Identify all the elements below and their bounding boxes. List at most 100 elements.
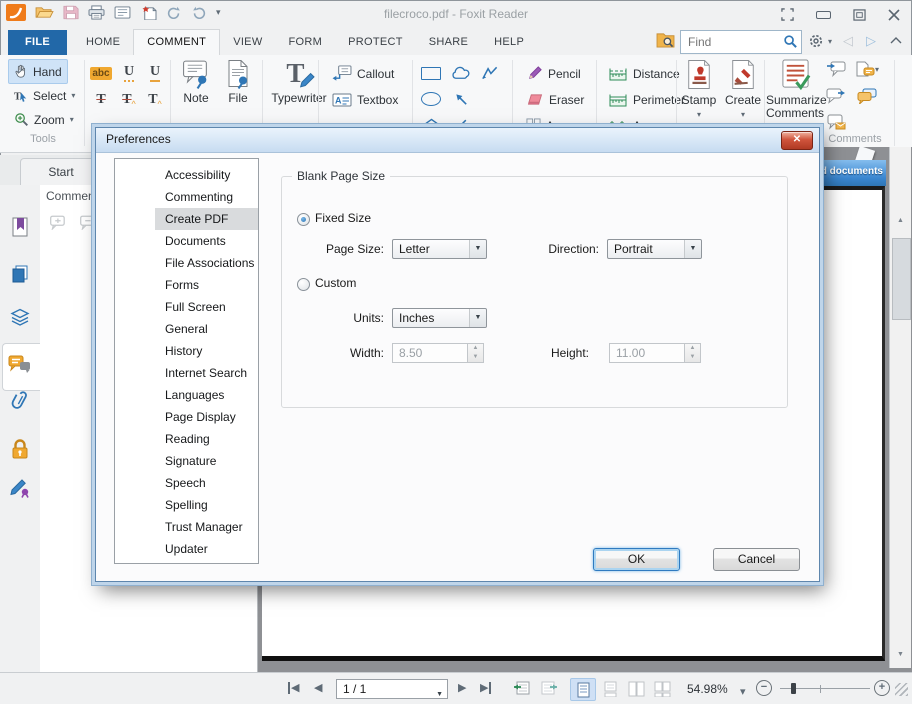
sidebar-tab-bookmarks[interactable] bbox=[8, 215, 32, 239]
minimize-button[interactable] bbox=[816, 11, 831, 19]
ok-button[interactable]: OK bbox=[593, 548, 680, 571]
highlight-text-button[interactable]: abc bbox=[88, 61, 114, 85]
pref-category-documents[interactable]: Documents bbox=[155, 230, 258, 252]
zoom-percent-value[interactable]: 54.98% bbox=[687, 682, 728, 696]
tab-help[interactable]: HELP bbox=[481, 30, 537, 55]
doc-tab-start[interactable]: Start bbox=[20, 158, 102, 186]
zoom-slider-handle[interactable] bbox=[791, 683, 796, 694]
collapse-all-comments-button[interactable] bbox=[78, 215, 96, 230]
cloud-shape-button[interactable] bbox=[448, 61, 474, 85]
strikeout-text-button[interactable]: T bbox=[88, 88, 114, 112]
previous-page-button[interactable]: ◀ bbox=[314, 681, 322, 694]
pref-category-accessibility[interactable]: Accessibility bbox=[155, 164, 258, 186]
squiggly-underline-button[interactable]: U bbox=[116, 61, 142, 85]
sidebar-tab-security[interactable] bbox=[8, 437, 32, 461]
create-stamp-button[interactable]: Create ▾ bbox=[722, 58, 764, 121]
tab-file[interactable]: FILE bbox=[8, 30, 67, 55]
width-field[interactable]: 8.50 bbox=[392, 343, 468, 363]
summarize-comments-button[interactable]: Summarize Comments bbox=[766, 58, 824, 120]
arrow-shape-button[interactable] bbox=[448, 87, 474, 111]
continuous-view-button[interactable] bbox=[598, 678, 622, 699]
sidebar-tab-layers[interactable] bbox=[8, 305, 32, 329]
sidebar-tab-attachments[interactable] bbox=[8, 389, 32, 413]
single-page-view-button[interactable] bbox=[570, 678, 596, 701]
tab-home[interactable]: HOME bbox=[73, 30, 133, 55]
eraser-button[interactable]: Eraser bbox=[520, 87, 590, 112]
pref-category-commenting[interactable]: Commenting bbox=[155, 186, 258, 208]
select-tool-button[interactable]: T Select ▾ bbox=[8, 83, 81, 108]
width-spinner[interactable]: ▲▼ bbox=[468, 343, 484, 363]
tab-view[interactable]: VIEW bbox=[220, 30, 275, 55]
last-page-button[interactable]: ▶ bbox=[480, 681, 491, 694]
direction-select[interactable]: Portrait ▼ bbox=[607, 239, 702, 259]
custom-radio[interactable] bbox=[297, 278, 310, 291]
find-search-icon[interactable] bbox=[783, 34, 798, 49]
pref-category-full-screen[interactable]: Full Screen bbox=[155, 296, 258, 318]
vertical-scrollbar[interactable]: ▲ ▼ bbox=[889, 147, 911, 668]
height-field[interactable]: 11.00 bbox=[609, 343, 685, 363]
pref-category-reading[interactable]: Reading bbox=[155, 428, 258, 450]
pref-category-general[interactable]: General bbox=[155, 318, 258, 340]
find-options-caret[interactable]: ▾ bbox=[828, 37, 832, 46]
sidebar-tab-pages[interactable] bbox=[8, 262, 32, 286]
close-button[interactable] bbox=[888, 9, 900, 21]
pref-category-history[interactable]: History bbox=[155, 340, 258, 362]
tab-comment[interactable]: COMMENT bbox=[133, 29, 220, 55]
zoom-out-button[interactable]: − bbox=[756, 680, 772, 696]
fixed-size-radio[interactable] bbox=[297, 213, 310, 226]
rectangle-shape-button[interactable] bbox=[418, 61, 444, 85]
next-view-button[interactable] bbox=[540, 680, 559, 696]
scroll-down-icon[interactable]: ▼ bbox=[890, 651, 911, 658]
send-comments-button[interactable] bbox=[824, 112, 848, 132]
dialog-title-bar[interactable]: Preferences ✕ bbox=[96, 128, 819, 153]
restore-button[interactable] bbox=[853, 9, 866, 21]
scroll-up-icon[interactable]: ▲ bbox=[890, 217, 911, 224]
pencil-button[interactable]: Pencil bbox=[520, 61, 587, 86]
dialog-close-button[interactable]: ✕ bbox=[781, 131, 813, 150]
collapse-ribbon-button[interactable] bbox=[890, 36, 902, 44]
insert-text-button[interactable]: T^ bbox=[142, 88, 168, 112]
find-options-gear-icon[interactable] bbox=[808, 33, 824, 49]
export-comments-button[interactable] bbox=[824, 86, 848, 106]
page-number-combo[interactable]: 1 / 1 ▼ bbox=[336, 679, 448, 699]
sidebar-tab-signatures[interactable] bbox=[8, 475, 32, 499]
pref-category-file-associations[interactable]: File Associations bbox=[155, 252, 258, 274]
tab-share[interactable]: SHARE bbox=[416, 30, 481, 55]
next-page-button[interactable]: ▶ bbox=[458, 681, 466, 694]
stamp-button[interactable]: Stamp ▾ bbox=[678, 58, 720, 121]
sidebar-tab-comments[interactable] bbox=[8, 352, 32, 376]
pref-category-updater[interactable]: Updater bbox=[155, 538, 258, 560]
zoom-tool-button[interactable]: Zoom ▾ bbox=[8, 107, 80, 132]
underline-text-button[interactable]: U bbox=[142, 61, 168, 85]
page-size-select[interactable]: Letter ▼ bbox=[392, 239, 487, 259]
replace-text-button[interactable]: T^ bbox=[116, 88, 142, 112]
import-comments-button[interactable] bbox=[824, 59, 848, 79]
pref-category-trust-manager[interactable]: Trust Manager bbox=[155, 516, 258, 538]
typewriter-button[interactable]: T Typewriter bbox=[268, 58, 330, 105]
search-folder-icon[interactable] bbox=[656, 32, 675, 48]
pref-category-create-pdf[interactable]: Create PDF bbox=[155, 208, 258, 230]
file-attachment-comment-button[interactable]: File bbox=[218, 58, 258, 105]
height-spinner[interactable]: ▲▼ bbox=[685, 343, 701, 363]
fullscreen-button[interactable] bbox=[781, 8, 794, 21]
tab-protect[interactable]: PROTECT bbox=[335, 30, 416, 55]
pref-category-languages[interactable]: Languages bbox=[155, 384, 258, 406]
cancel-button[interactable]: Cancel bbox=[713, 548, 800, 571]
distance-button[interactable]: Distance bbox=[602, 61, 686, 86]
note-comment-button[interactable]: Note bbox=[176, 58, 216, 105]
scrollbar-thumb[interactable] bbox=[892, 238, 911, 320]
oval-shape-button[interactable] bbox=[418, 87, 444, 111]
expand-all-comments-button[interactable] bbox=[48, 215, 66, 230]
textbox-button[interactable]: A Textbox bbox=[326, 87, 404, 112]
first-page-button[interactable]: ◀ bbox=[288, 681, 299, 694]
find-input[interactable] bbox=[686, 33, 782, 51]
pref-category-forms[interactable]: Forms bbox=[155, 274, 258, 296]
comment-on-attachment-button[interactable]: ▾ bbox=[852, 59, 882, 79]
continuous-facing-view-button[interactable] bbox=[650, 678, 674, 699]
hand-tool-button[interactable]: Hand bbox=[8, 59, 68, 84]
pref-category-page-display[interactable]: Page Display bbox=[155, 406, 258, 428]
pref-category-signature[interactable]: Signature bbox=[155, 450, 258, 472]
units-select[interactable]: Inches ▼ bbox=[392, 308, 487, 328]
zoom-dropdown-button[interactable]: ▾ bbox=[740, 685, 746, 698]
polyline-shape-button[interactable] bbox=[476, 61, 502, 85]
